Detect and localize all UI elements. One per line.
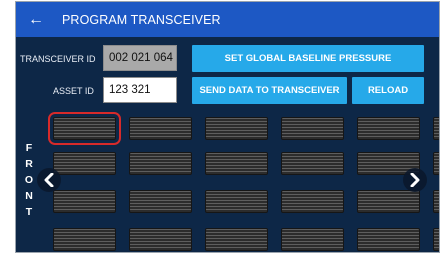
front-label: FRONT <box>23 140 35 220</box>
transceiver-slot[interactable] <box>281 152 344 175</box>
transceiver-id-label: TRANSCEIVER ID <box>20 54 96 64</box>
previous-page-button[interactable] <box>37 168 61 192</box>
front-label-letter: F <box>25 142 33 154</box>
transceiver-slot[interactable] <box>53 152 116 175</box>
transceiver-slot-partial[interactable] <box>433 228 439 251</box>
asset-id-label: ASSET ID <box>53 86 94 96</box>
transceiver-slot-partial[interactable] <box>433 117 439 140</box>
program-transceiver-screen: ← PROGRAM TRANSCEIVER TRANSCEIVER ID ASS… <box>15 1 440 253</box>
transceiver-slot[interactable] <box>129 117 192 140</box>
transceiver-slot[interactable] <box>205 117 268 140</box>
title-bar: ← PROGRAM TRANSCEIVER <box>16 2 439 37</box>
transceiver-slot[interactable] <box>281 117 344 140</box>
transceiver-slot[interactable] <box>129 190 192 213</box>
transceiver-slot[interactable] <box>129 152 192 175</box>
transceiver-slot[interactable] <box>357 228 420 251</box>
arrow-left-icon: ← <box>28 10 44 28</box>
chevron-right-icon <box>410 173 420 187</box>
transceiver-slot[interactable] <box>281 228 344 251</box>
transceiver-slot[interactable] <box>281 190 344 213</box>
transceiver-id-field[interactable] <box>103 45 177 71</box>
transceiver-slot-partial[interactable] <box>433 152 439 175</box>
transceiver-slot[interactable] <box>205 190 268 213</box>
transceiver-slot-partial[interactable] <box>433 190 439 213</box>
page-title: PROGRAM TRANSCEIVER <box>62 12 221 27</box>
reload-button[interactable]: RELOAD <box>352 77 424 104</box>
chevron-left-icon <box>44 173 54 187</box>
transceiver-slot[interactable] <box>48 112 121 145</box>
transceiver-slot[interactable] <box>53 228 116 251</box>
transceiver-slot[interactable] <box>357 190 420 213</box>
front-label-letter: N <box>25 190 33 202</box>
transceiver-slot[interactable] <box>205 228 268 251</box>
asset-id-field[interactable] <box>103 77 177 103</box>
transceiver-slot[interactable] <box>357 117 420 140</box>
transceiver-slot[interactable] <box>53 190 116 213</box>
transceiver-slot[interactable] <box>205 152 268 175</box>
front-label-letter: T <box>25 206 33 218</box>
send-data-to-transceiver-button[interactable]: SEND DATA TO TRANSCEIVER <box>192 77 347 104</box>
back-button[interactable]: ← <box>16 2 56 37</box>
front-label-letter: O <box>24 174 34 186</box>
next-page-button[interactable] <box>403 168 427 192</box>
front-label-letter: R <box>25 158 33 170</box>
transceiver-slot[interactable] <box>129 228 192 251</box>
set-global-baseline-pressure-button[interactable]: SET GLOBAL BASELINE PRESSURE <box>192 45 424 72</box>
